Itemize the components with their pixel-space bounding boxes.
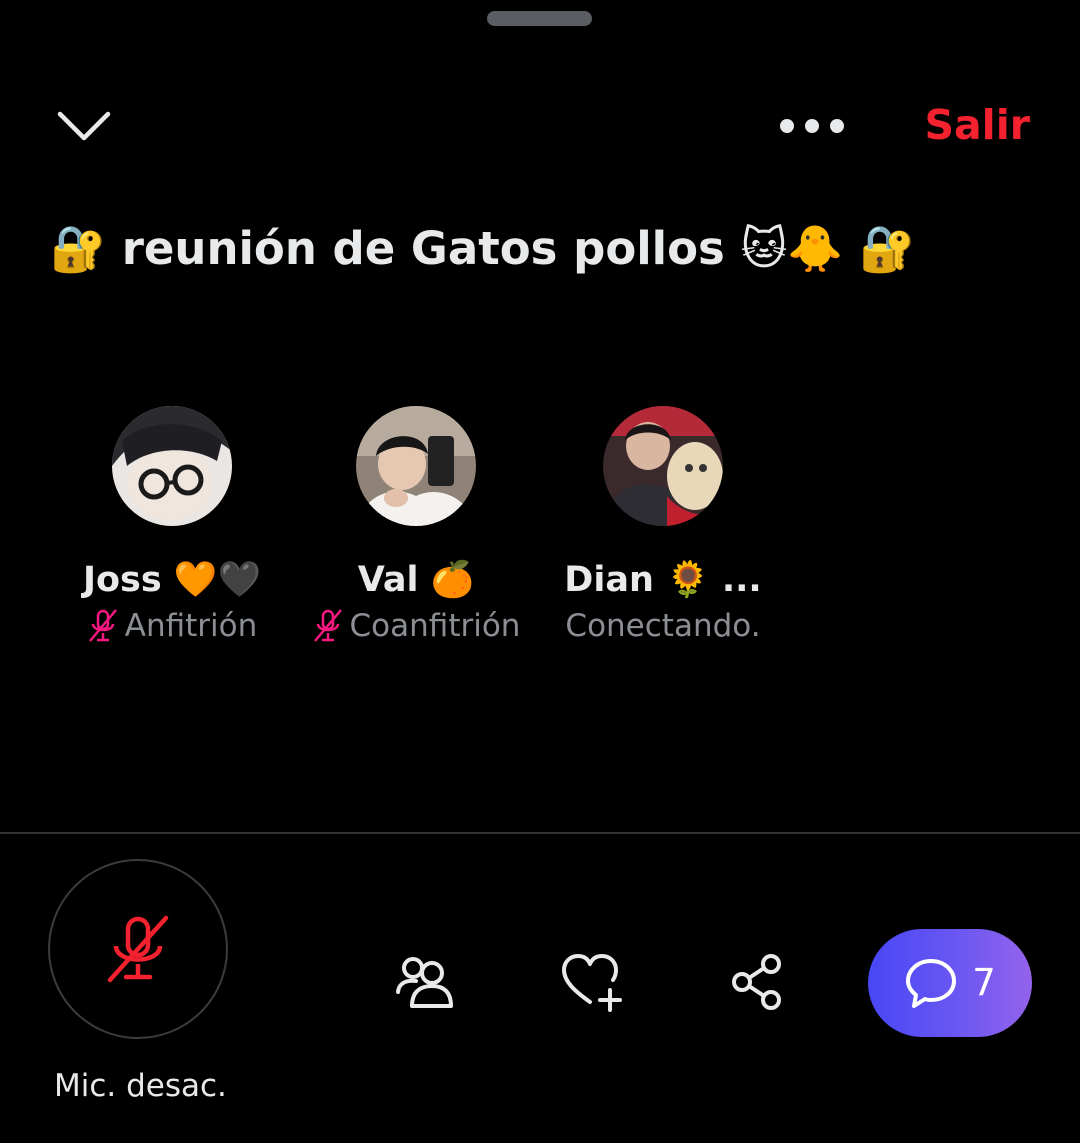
mic-off-icon [313, 609, 342, 642]
heart-plus-icon [562, 954, 622, 1012]
sheet-grabber-handle[interactable] [487, 11, 592, 26]
share-button[interactable] [726, 950, 790, 1014]
collapse-button[interactable] [54, 104, 114, 148]
mic-off-icon [88, 609, 117, 642]
space-title: 🔐 reunión de Gatos pollos 🐱🐥 🔐 [50, 222, 916, 275]
avatar [112, 406, 232, 526]
more-horizontal-icon [780, 119, 844, 133]
react-button[interactable] [560, 950, 624, 1014]
participant-dian[interactable]: Dian 🌻 ... Conectando. [543, 406, 783, 646]
speech-bubble-icon [906, 959, 957, 1008]
reply-count: 7 [972, 961, 996, 1004]
divider [0, 832, 1080, 834]
avatar [356, 406, 476, 526]
mic-off-icon [107, 915, 169, 983]
chevron-down-icon [57, 111, 111, 141]
people-icon [396, 957, 453, 1008]
mic-status-label: Mic. desac. [54, 1068, 227, 1104]
avatar [603, 406, 723, 526]
participant-name: Val 🍊 [357, 560, 475, 600]
people-button[interactable] [392, 950, 456, 1014]
speakers-grid: Joss 🧡🖤 Anfitrión Val 🍊 Coanfitrión Dian… [52, 406, 812, 666]
participant-role: Anfitrión [87, 606, 258, 646]
share-icon [732, 954, 781, 1010]
participant-role: Conectando. [565, 606, 760, 646]
participant-role-label: Coanfitrión [349, 608, 521, 644]
leave-button[interactable]: Salir [924, 99, 1030, 151]
participant-joss[interactable]: Joss 🧡🖤 Anfitrión [52, 406, 292, 646]
participant-name: Dian 🌻 ... [564, 560, 762, 600]
participant-role-label: Conectando. [565, 608, 761, 644]
participant-role-label: Anfitrión [124, 608, 258, 644]
more-options-button[interactable] [772, 104, 852, 148]
participant-val[interactable]: Val 🍊 Coanfitrión [296, 406, 536, 646]
participant-role: Coanfitrión [312, 606, 521, 646]
participant-name: Joss 🧡🖤 [82, 560, 262, 600]
mic-toggle-button[interactable] [48, 859, 228, 1039]
replies-button[interactable]: 7 [868, 929, 1032, 1037]
